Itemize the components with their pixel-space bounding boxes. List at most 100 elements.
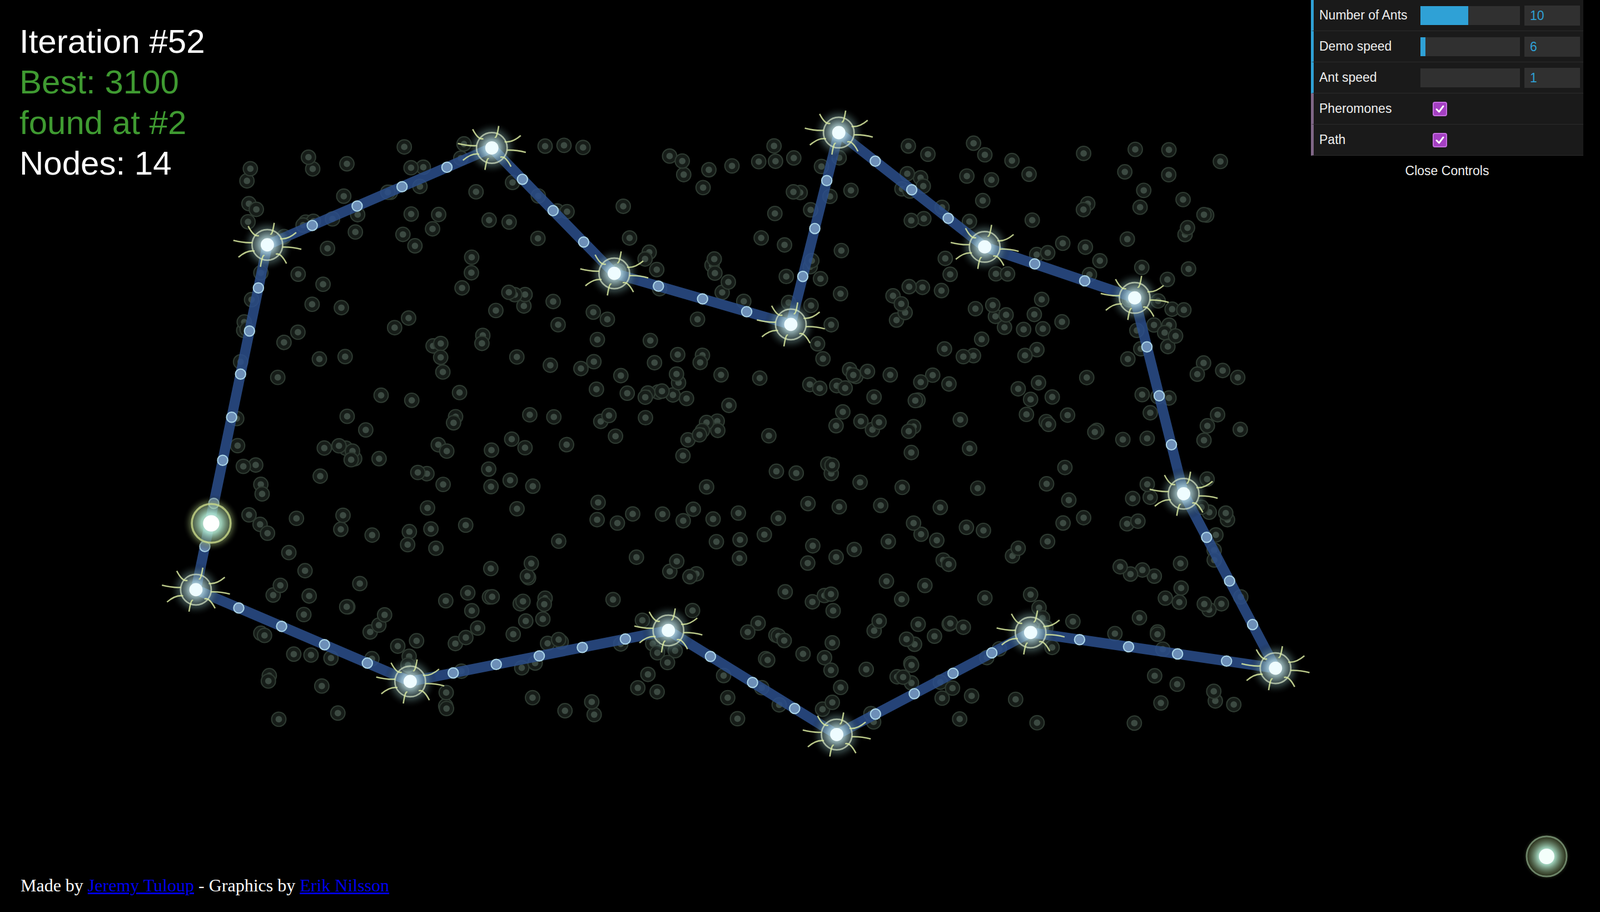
ant-dot xyxy=(1076,510,1091,525)
ant-dot xyxy=(1135,387,1150,402)
ant-dot xyxy=(1143,405,1158,420)
ant-dot xyxy=(837,380,853,396)
ant-dot xyxy=(334,300,349,315)
control-label: Ant speed xyxy=(1319,67,1421,88)
ant-dot xyxy=(1041,416,1056,432)
ant-dot xyxy=(1230,370,1246,385)
ant-dot xyxy=(686,502,701,517)
ant-dot xyxy=(1023,587,1038,602)
ant-dot xyxy=(1180,220,1195,236)
ant-dot xyxy=(812,380,828,396)
ant-dot xyxy=(1115,431,1131,447)
ant-dot xyxy=(483,561,499,576)
value-field[interactable]: 10 xyxy=(1524,5,1580,26)
ant-dot xyxy=(377,607,392,623)
ant-dot xyxy=(525,478,541,494)
ant-dot xyxy=(615,199,631,214)
checkbox[interactable] xyxy=(1432,101,1448,117)
author-link[interactable]: Jeremy Tuloup xyxy=(87,871,195,899)
ant-dot xyxy=(1004,153,1020,168)
ant-dot xyxy=(543,358,558,373)
ant-dot xyxy=(331,438,347,454)
ant-dot xyxy=(932,500,948,515)
ant-dot xyxy=(786,184,801,200)
slider-track[interactable] xyxy=(1420,37,1520,57)
value-field[interactable]: 6 xyxy=(1524,36,1580,57)
ant-dot xyxy=(679,391,694,406)
pheromone-dot xyxy=(534,650,545,661)
ant-dot xyxy=(504,431,520,447)
ant-dot xyxy=(674,153,690,169)
credits: Made by Jeremy Tuloup - Graphics by Erik… xyxy=(20,871,390,899)
made-by-text: Made by xyxy=(20,871,84,899)
slider-track[interactable] xyxy=(1420,6,1520,26)
pheromone-dot xyxy=(1123,641,1134,652)
pheromone-dot xyxy=(1221,656,1232,667)
ant-dot xyxy=(501,285,516,300)
ant-dot xyxy=(518,440,533,455)
ant-dot xyxy=(505,627,521,642)
ant-dot xyxy=(1035,321,1051,336)
ant-dot xyxy=(524,555,539,571)
pheromone-dot xyxy=(821,175,832,186)
ant-dot xyxy=(371,451,387,466)
ant-dot xyxy=(535,611,551,626)
close-controls-button[interactable]: Close Controls xyxy=(1310,155,1584,186)
ant-dot xyxy=(338,349,353,364)
pheromone-dot xyxy=(517,174,528,185)
ant-dot xyxy=(1079,370,1095,385)
ant-dot xyxy=(458,630,474,645)
ant-dot xyxy=(913,374,928,390)
ant-dot xyxy=(1161,142,1177,158)
ant-dot xyxy=(823,662,839,678)
ant-dot xyxy=(431,207,446,222)
ant-dot xyxy=(1107,625,1123,641)
ant-dot xyxy=(761,428,777,444)
pheromone-dot xyxy=(986,647,997,658)
ant-dot xyxy=(458,518,474,533)
pheromone-dot xyxy=(351,200,362,211)
ant-dot xyxy=(974,331,990,347)
ant-dot xyxy=(316,440,332,456)
glow-orb-icon[interactable] xyxy=(1519,829,1574,883)
ant-dot xyxy=(1196,207,1212,222)
pheromone-dot xyxy=(578,236,589,247)
checkbox[interactable] xyxy=(1432,132,1448,148)
ant-dot xyxy=(638,410,653,425)
ant-dot xyxy=(1170,677,1185,692)
ant-dot xyxy=(690,311,705,327)
pheromone-dot xyxy=(448,667,459,678)
ant-dot xyxy=(815,351,831,366)
ant-dot xyxy=(952,711,967,727)
ant-dot xyxy=(709,534,724,549)
pheromone-dot xyxy=(217,455,228,466)
ant-dot xyxy=(530,231,546,246)
pheromone-dot xyxy=(741,306,752,317)
city-node xyxy=(1149,466,1218,520)
ant-dot xyxy=(374,388,389,403)
ant-dot xyxy=(649,684,665,699)
ant-dot xyxy=(387,320,402,335)
ant-dot xyxy=(1215,363,1230,378)
artist-link[interactable]: Erik Nilsson xyxy=(299,871,390,899)
ant-dot xyxy=(1132,610,1147,625)
ant-dot xyxy=(676,513,691,529)
value-field[interactable]: 1 xyxy=(1524,67,1580,88)
ant-dot xyxy=(297,563,313,578)
ant-dot xyxy=(916,211,932,226)
ant-dot xyxy=(929,533,944,548)
ant-dot xyxy=(853,414,869,429)
ant-dot xyxy=(515,593,531,609)
slider-row: Ant speed 1 xyxy=(1310,62,1584,94)
ant-dot xyxy=(788,465,804,481)
city-node xyxy=(802,707,871,761)
ant-dot xyxy=(573,361,589,376)
ant-dot xyxy=(654,383,670,399)
demo-stage: Iteration #52 Best: 3100 found at #2 Nod… xyxy=(0,0,1600,912)
ant-dot xyxy=(314,678,330,694)
ant-dot xyxy=(1065,614,1081,629)
ant-dot xyxy=(1206,683,1221,699)
city-node xyxy=(376,654,445,708)
slider-track[interactable] xyxy=(1420,68,1520,88)
ant-dot xyxy=(902,279,917,295)
